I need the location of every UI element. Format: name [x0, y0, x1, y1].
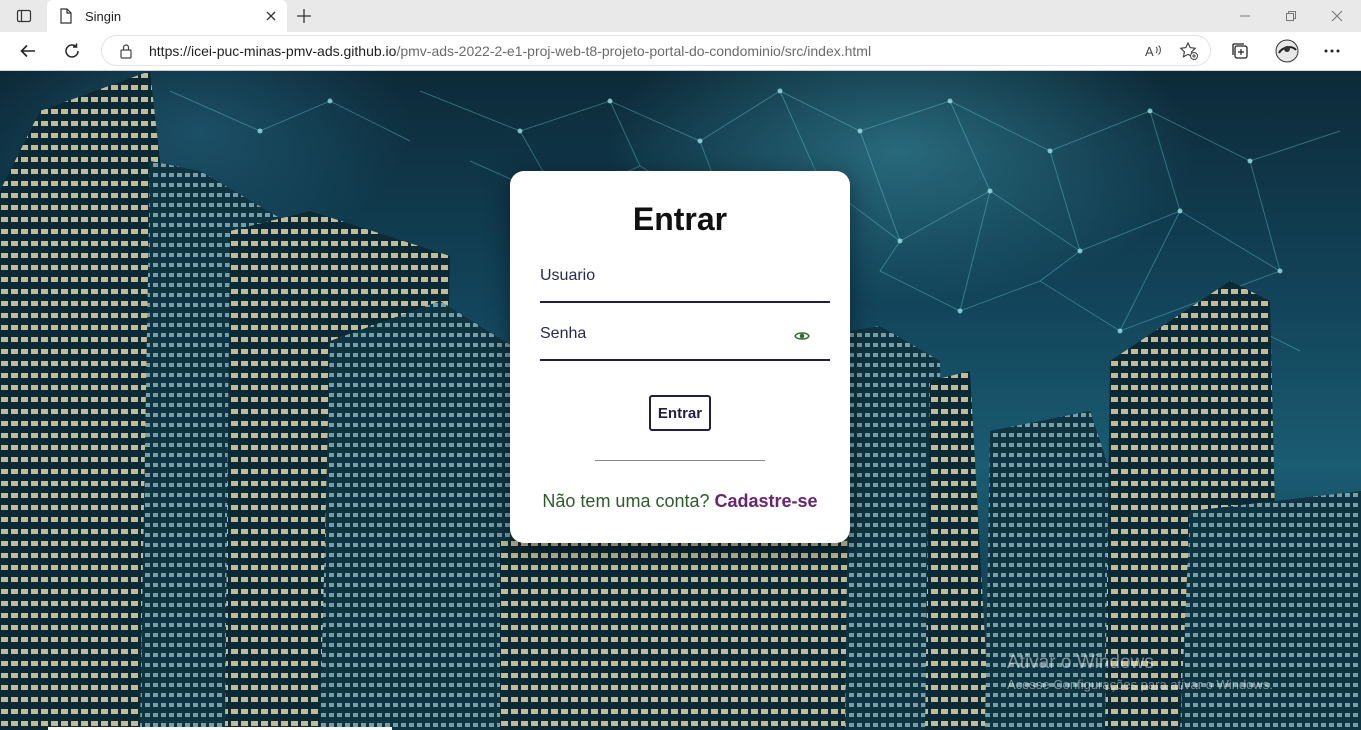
plus-icon[interactable]: [294, 6, 314, 26]
page-icon: [59, 8, 73, 29]
eye-icon[interactable]: [794, 329, 810, 347]
url-text[interactable]: https://icei-puc-minas-pmv-ads.github.io…: [149, 43, 871, 59]
svg-text:A: A: [1145, 44, 1154, 59]
username-input[interactable]: [540, 261, 790, 291]
url-path: /pmv-ads-2022-2-e1-proj-web-t8-projeto-p…: [396, 43, 872, 59]
login-button[interactable]: Entrar: [649, 395, 711, 431]
url-host: https://icei-puc-minas-pmv-ads.github.io: [149, 43, 397, 59]
tab-bar: Singin: [0, 0, 1361, 32]
password-field[interactable]: [540, 319, 830, 361]
collections-icon[interactable]: [1225, 36, 1255, 66]
close-window-icon[interactable]: [1314, 0, 1360, 32]
username-field[interactable]: [540, 261, 830, 303]
refresh-icon[interactable]: [57, 36, 87, 66]
login-card: Entrar Entrar Não tem uma conta? Cadastr…: [510, 171, 850, 543]
back-arrow-icon[interactable]: [13, 36, 43, 66]
lock-icon[interactable]: [119, 43, 133, 64]
sidebar-toggle-icon[interactable]: [0, 0, 48, 32]
minimize-icon[interactable]: [1222, 0, 1268, 32]
login-title: Entrar: [632, 201, 728, 237]
more-menu-icon[interactable]: [1317, 36, 1347, 66]
password-input[interactable]: [540, 319, 790, 349]
close-icon[interactable]: [263, 8, 279, 29]
watermark-subtitle: Acesse Configurações para ativar o Windo…: [1007, 677, 1273, 692]
signup-link[interactable]: Cadastre-se: [715, 491, 818, 511]
tab-title: Singin: [85, 9, 122, 24]
watermark-title: Ativar o Windows: [1007, 652, 1154, 673]
read-aloud-icon[interactable]: A: [1141, 39, 1165, 63]
profile-avatar-icon[interactable]: [1272, 36, 1302, 66]
signup-prompt: Não tem uma conta? Cadastre-se: [510, 491, 850, 512]
signup-prompt-text: Não tem uma conta?: [542, 491, 710, 511]
favorites-add-icon[interactable]: [1177, 39, 1201, 63]
windows-activation-watermark: Ativar o Windows Acesse Configurações pa…: [1007, 652, 1273, 692]
restore-icon[interactable]: [1268, 0, 1314, 32]
address-bar[interactable]: https://icei-puc-minas-pmv-ads.github.io…: [101, 35, 1211, 66]
page-background: Entrar Entrar Não tem uma conta? Cadastr…: [0, 71, 1361, 730]
divider: [595, 460, 765, 461]
browser-toolbar: https://icei-puc-minas-pmv-ads.github.io…: [0, 32, 1361, 71]
browser-tab[interactable]: Singin: [47, 0, 287, 32]
